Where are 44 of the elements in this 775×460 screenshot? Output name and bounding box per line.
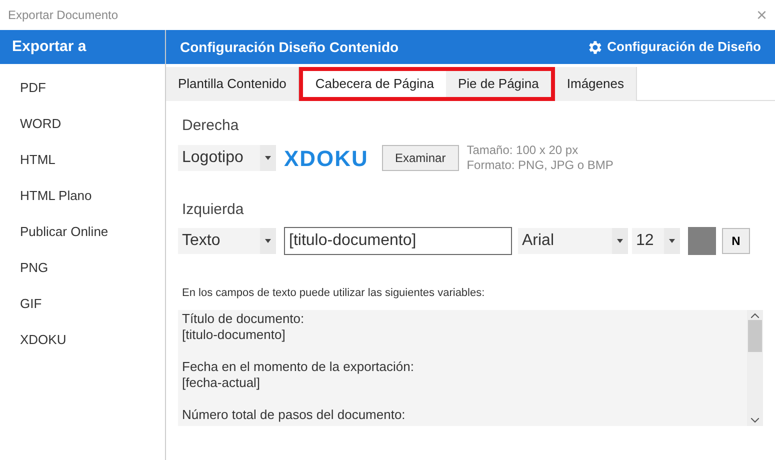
tab[interactable]: Pie de Página [446,67,555,101]
sidebar-item[interactable]: PDF [0,70,165,106]
settings-icon [586,38,604,56]
size-hint: Tamaño: 100 x 20 px [466,143,580,158]
sidebar-item[interactable]: PNG [0,250,165,286]
sidebar-item[interactable]: WORD [0,106,165,142]
scroll-down-icon[interactable] [751,418,759,422]
sidebar-item[interactable]: XDOKU [0,322,165,358]
sidebar-title: Exportar a [0,30,165,64]
color-swatch[interactable] [688,227,716,255]
bold-button[interactable]: N [722,228,750,254]
size-dropdown[interactable]: 12 [632,228,680,254]
tab[interactable]: Imágenes [554,67,637,101]
scroll-up-icon[interactable] [751,312,759,318]
section-heading: Izquierda [182,200,245,220]
font-dropdown[interactable]: Arial [518,228,628,254]
dropdown-caret-icon [265,239,271,243]
settings-link[interactable]: Configuración de Diseño [586,37,761,57]
dropdown-caret-icon [669,239,675,243]
type-dropdown[interactable]: Logotipo [178,145,276,171]
variable-placeholder: [titulo-documento] [182,326,286,342]
dropdown-caret-icon [617,239,623,243]
tab[interactable]: Plantilla Contenido [166,67,300,101]
format-hint: Formato: PNG, JPG o BMP [466,158,614,173]
variables-textarea[interactable]: Título de documento: [titulo-documento] Fecha en el momento de la exportación: [fecha-actual] Número total de pasos del documento: [178,310,763,426]
tab[interactable]: Cabecera de Página [299,67,446,101]
variable-description: Fecha en el momento de la exportación: [182,358,415,374]
type-dropdown[interactable]: Texto [178,228,276,254]
text-input[interactable]: [titulo-documento] [284,227,512,255]
variable-description: Título de documento: [182,310,306,326]
sidebar-item[interactable]: HTML Plano [0,178,165,214]
window-title: Exportar Documento [8,7,118,24]
logo-preview: XDOKU [284,144,370,172]
sidebar-item[interactable]: Publicar Online [0,214,165,250]
variable-description: Número total de pasos del documento: [182,406,406,422]
variable-placeholder: [fecha-actual] [182,374,262,390]
header-title: Configuración Diseño Contenido [180,38,399,57]
variables-intro: En los campos de texto puede utilizar las siguientes variables: [182,286,486,301]
section-heading: Derecha [182,116,240,136]
sidebar-item[interactable]: GIF [0,286,165,322]
dropdown-caret-icon [265,156,271,160]
sidebar-item[interactable]: HTML [0,142,165,178]
browse-button[interactable]: Examinar [382,145,459,171]
scrollbar-thumb[interactable] [748,320,762,352]
